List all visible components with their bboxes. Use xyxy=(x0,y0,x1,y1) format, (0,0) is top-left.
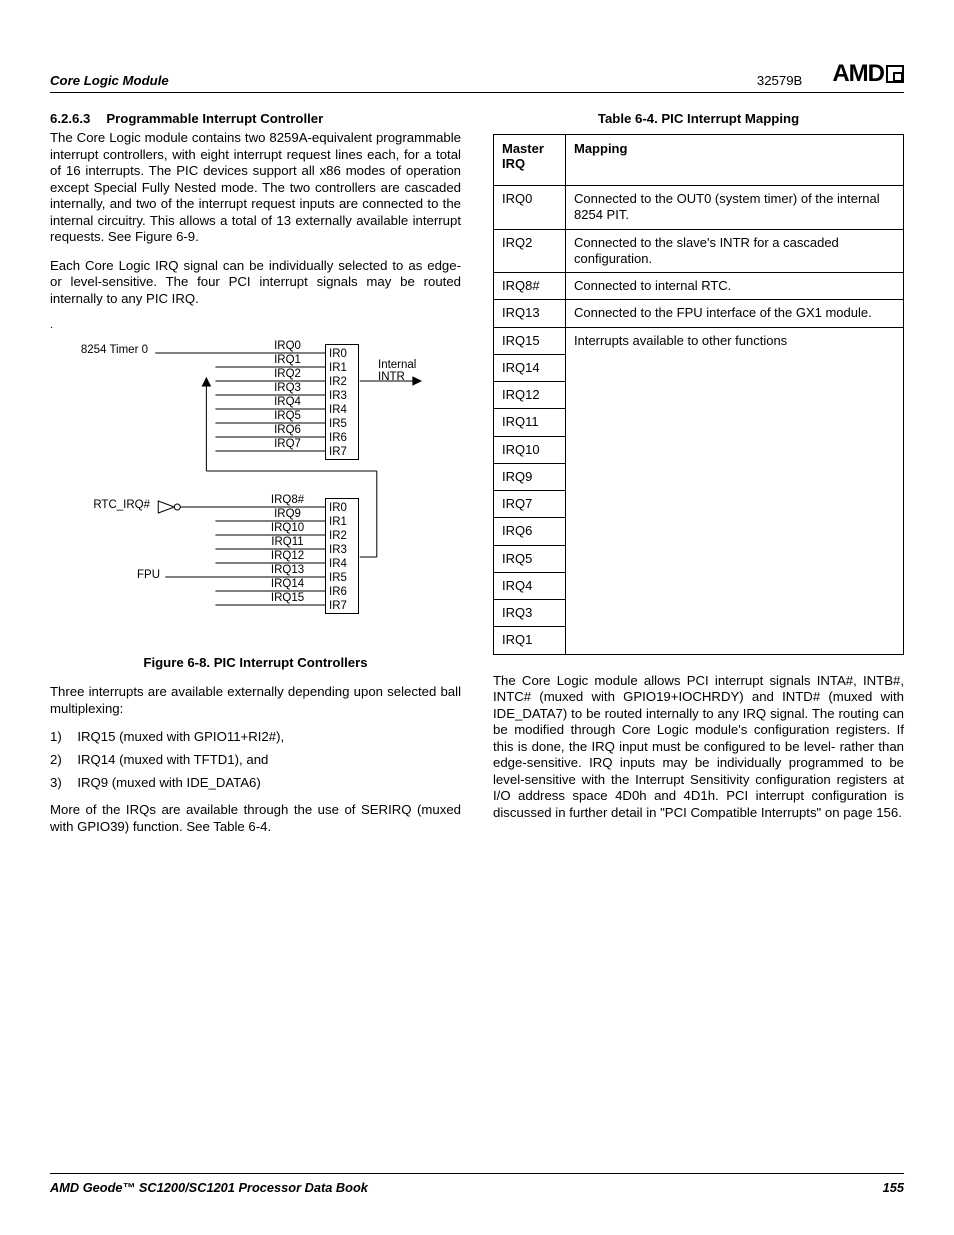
table-row: IRQ2Connected to the slave's INTR for a … xyxy=(494,229,904,273)
table-row: IRQ9 xyxy=(494,463,904,490)
table-row: IRQ13Connected to the FPU interface of t… xyxy=(494,300,904,327)
th-master-irq: MasterIRQ xyxy=(494,135,566,186)
table-row: IRQ8#Connected to internal RTC. xyxy=(494,273,904,300)
footer: AMD Geode™ SC1200/SC1201 Processor Data … xyxy=(50,1173,904,1195)
table-row: IRQ1 xyxy=(494,627,904,654)
section-heading: 6.2.6.3Programmable Interrupt Controller xyxy=(50,111,461,126)
content-columns: 6.2.6.3Programmable Interrupt Controller… xyxy=(50,111,904,847)
table-row: IRQ12 xyxy=(494,382,904,409)
header-section: Core Logic Module xyxy=(50,73,757,88)
right-column: Table 6-4. PIC Interrupt Mapping MasterI… xyxy=(493,111,904,847)
figure-pic-controllers: 8254 Timer 0 RTC_IRQ# FPU Internal INTR … xyxy=(50,341,461,641)
fig-label-timer: 8254 Timer 0 xyxy=(50,344,148,356)
page-number: 155 xyxy=(883,1180,904,1195)
list-item: 3) IRQ9 (muxed with IDE_DATA6) xyxy=(50,775,461,790)
list-item: 2) IRQ14 (muxed with TFTD1), and xyxy=(50,752,461,767)
left-column: 6.2.6.3Programmable Interrupt Controller… xyxy=(50,111,461,847)
mux-list: 1) IRQ15 (muxed with GPIO11+RI2#), 2) IR… xyxy=(50,729,461,790)
table-row: IRQ5 xyxy=(494,545,904,572)
amd-logo: AMD xyxy=(832,60,904,88)
pic-mapping-table: MasterIRQ Mapping IRQ0Connected to the O… xyxy=(493,134,904,655)
paragraph: More of the IRQs are available through t… xyxy=(50,802,461,835)
pic2-box: IR0 IR1 IR2 IR3 IR4 IR5 IR6 IR7 xyxy=(325,498,359,614)
figure-caption: Figure 6-8. PIC Interrupt Controllers xyxy=(50,655,461,670)
table-row: IRQ6 xyxy=(494,518,904,545)
table-caption: Table 6-4. PIC Interrupt Mapping xyxy=(493,111,904,126)
header-docnum: 32579B xyxy=(757,73,802,88)
table-row: IRQ10 xyxy=(494,436,904,463)
fig-label-fpu: FPU xyxy=(50,569,160,581)
table-row: IRQ4 xyxy=(494,572,904,599)
paragraph: The Core Logic module contains two 8259A… xyxy=(50,130,461,246)
pic1-box: IR0 IR1 IR2 IR3 IR4 IR5 IR6 IR7 xyxy=(325,344,359,460)
fig-label-rtc: RTC_IRQ# xyxy=(50,499,150,511)
table-row: IRQ11 xyxy=(494,409,904,436)
table-row: IRQ0Connected to the OUT0 (system timer)… xyxy=(494,186,904,230)
table-row: IRQ15Interrupts available to other funct… xyxy=(494,327,904,354)
table-row: IRQ7 xyxy=(494,491,904,518)
table-row: IRQ3 xyxy=(494,600,904,627)
list-item: 1) IRQ15 (muxed with GPIO11+RI2#), xyxy=(50,729,461,744)
paragraph: The Core Logic module allows PCI interru… xyxy=(493,673,904,822)
fig-label-intr: Internal INTR xyxy=(378,359,428,383)
paragraph: Each Core Logic IRQ signal can be indivi… xyxy=(50,258,461,308)
th-mapping: Mapping xyxy=(566,135,904,186)
table-row: IRQ14 xyxy=(494,354,904,381)
paragraph: Three interrupts are available externall… xyxy=(50,684,461,717)
header: Core Logic Module 32579B AMD xyxy=(50,60,904,93)
footer-title: AMD Geode™ SC1200/SC1201 Processor Data … xyxy=(50,1180,883,1195)
